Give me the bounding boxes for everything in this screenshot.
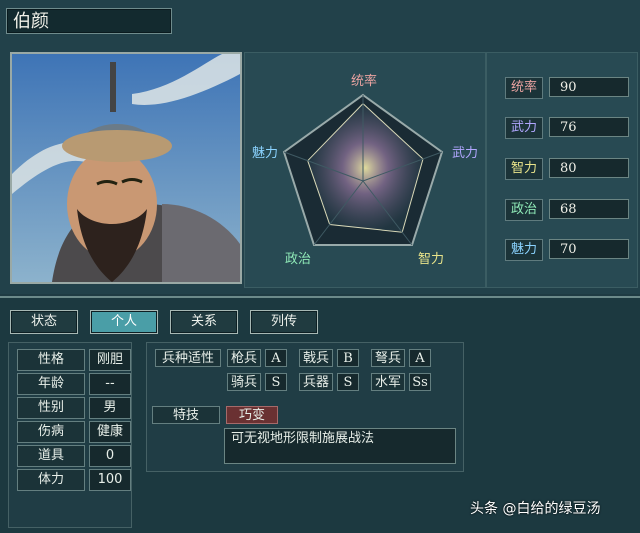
info-value-age: -- xyxy=(89,373,131,395)
character-name: 伯颜 xyxy=(6,8,172,34)
aptitude-label-halberd: 戟兵 xyxy=(299,349,333,367)
aptitude-label-spear: 枪兵 xyxy=(227,349,261,367)
aptitude-value-crossbow: A xyxy=(409,349,431,367)
stat-label-tongshuai: 统率 xyxy=(505,77,543,99)
watermark: 头条 @白给的绿豆汤 xyxy=(470,501,601,517)
radar-chart-panel: 统率 武力 智力 政治 魅力 xyxy=(244,52,486,288)
stat-label-zhengzhi: 政治 xyxy=(505,199,543,221)
tab-biography[interactable]: 列传 xyxy=(250,310,318,334)
portrait-illustration xyxy=(12,54,240,282)
aptitude-value-cavalry: S xyxy=(265,373,287,391)
tab-personal[interactable]: 个人 xyxy=(90,310,158,334)
info-value-items: 0 xyxy=(89,445,131,467)
personal-info-box: 性格 刚胆 年龄 -- 性别 男 伤病 健康 道具 0 体力 100 xyxy=(8,342,132,528)
info-value-health: 健康 xyxy=(89,421,131,443)
radar-label-tongshuai: 统率 xyxy=(351,73,377,89)
stat-value-meili: 70 xyxy=(549,239,629,259)
aptitude-value-spear: A xyxy=(265,349,287,367)
stat-label-wuli: 武力 xyxy=(505,117,543,139)
stat-value-tongshuai: 90 xyxy=(549,77,629,97)
radar-label-meili: 魅力 xyxy=(252,146,278,161)
info-value-gender: 男 xyxy=(89,397,131,419)
aptitude-label-navy: 水军 xyxy=(371,373,405,391)
aptitude-label-cavalry: 骑兵 xyxy=(227,373,261,391)
stat-value-zhili: 80 xyxy=(549,158,629,178)
stat-value-wuli: 76 xyxy=(549,117,629,137)
info-value-stamina: 100 xyxy=(89,469,131,491)
tab-status[interactable]: 状态 xyxy=(10,310,78,334)
info-label-age: 年龄 xyxy=(17,373,85,395)
info-label-personality: 性格 xyxy=(17,349,85,371)
tab-relations[interactable]: 关系 xyxy=(170,310,238,334)
aptitude-value-halberd: B xyxy=(337,349,359,367)
aptitude-label-crossbow: 弩兵 xyxy=(371,349,405,367)
portrait xyxy=(10,52,242,284)
info-value-personality: 刚胆 xyxy=(89,349,131,371)
info-label-gender: 性别 xyxy=(17,397,85,419)
stat-value-zhengzhi: 68 xyxy=(549,199,629,219)
aptitude-value-navy: Ss xyxy=(409,373,431,391)
radar-label-zhengzhi: 政治 xyxy=(285,252,311,267)
aptitude-title: 兵种适性 xyxy=(155,349,221,367)
radar-label-zhili: 智力 xyxy=(418,252,444,267)
stat-label-zhili: 智力 xyxy=(505,158,543,180)
skill-description: 可无视地形限制施展战法 xyxy=(224,428,456,464)
info-label-items: 道具 xyxy=(17,445,85,467)
info-label-health: 伤病 xyxy=(17,421,85,443)
stats-panel: 统率 90 武力 76 智力 80 政治 68 魅力 70 xyxy=(486,52,638,288)
radar-chart: 统率 武力 智力 政治 魅力 xyxy=(252,73,478,267)
aptitude-label-siege: 兵器 xyxy=(299,373,333,391)
aptitude-value-siege: S xyxy=(337,373,359,391)
info-label-stamina: 体力 xyxy=(17,469,85,491)
skill-name[interactable]: 巧变 xyxy=(226,406,278,424)
radar-label-wuli: 武力 xyxy=(452,146,478,161)
skill-label: 特技 xyxy=(152,406,220,424)
stat-label-meili: 魅力 xyxy=(505,239,543,261)
